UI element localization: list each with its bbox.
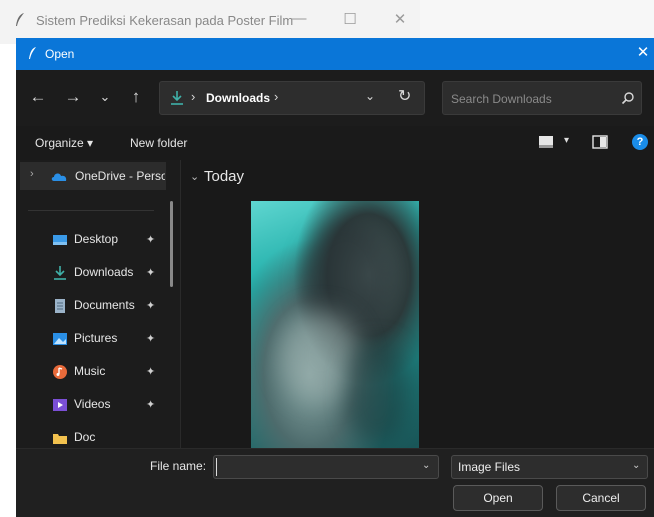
background-window-title: Sistem Prediksi Kekerasan pada Poster Fi… bbox=[36, 13, 294, 28]
image-file-thumbnail[interactable] bbox=[251, 201, 419, 448]
chevron-down-icon[interactable]: ⌄ bbox=[632, 460, 640, 471]
folder-icon bbox=[53, 434, 67, 444]
background-minimize-button[interactable]: — bbox=[284, 10, 314, 27]
view-layout-icon[interactable] bbox=[538, 135, 554, 149]
thumbnail-shape bbox=[346, 341, 406, 441]
forward-button[interactable]: → bbox=[61, 87, 85, 107]
sidebar-item-label: Desktop bbox=[74, 232, 119, 246]
search-icon[interactable] bbox=[621, 91, 635, 105]
sidebar-divider bbox=[28, 210, 154, 211]
help-icon[interactable]: ? bbox=[632, 134, 648, 150]
search-input[interactable] bbox=[451, 90, 611, 108]
navigation-pane: › OneDrive - Perso Desktop ✦ Downloads ✦… bbox=[16, 160, 180, 448]
desktop-icon bbox=[53, 235, 67, 245]
view-options-dropdown[interactable]: ▾ bbox=[564, 135, 569, 146]
file-list: ⌄ Today bbox=[181, 160, 654, 448]
search-box[interactable] bbox=[442, 81, 642, 115]
pin-icon: ✦ bbox=[146, 366, 156, 378]
open-file-dialog: Open ✕ ← → ⌄ ↑ › Downloads › ⌄ ↻ Search … bbox=[16, 38, 654, 517]
pictures-icon bbox=[53, 333, 67, 345]
sidebar-item-documents[interactable]: Documents ✦ bbox=[48, 293, 164, 319]
back-button[interactable]: ← bbox=[26, 87, 50, 107]
sidebar-item-videos[interactable]: Videos ✦ bbox=[48, 392, 164, 418]
open-button[interactable]: Open bbox=[453, 485, 543, 511]
sidebar-item-label: Pictures bbox=[74, 331, 118, 345]
dialog-footer: File name: ⌄ Image Files ⌄ Open Cancel bbox=[16, 448, 654, 517]
navigation-bar: ← → ⌄ ↑ › Downloads › ⌄ ↻ bbox=[16, 70, 654, 126]
dialog-title: Open bbox=[45, 47, 75, 61]
address-bar[interactable]: › Downloads › ⌄ ↻ bbox=[159, 81, 425, 115]
sidebar-item-label: Music bbox=[74, 364, 106, 378]
sidebar-item-label: OneDrive - Perso bbox=[75, 169, 165, 183]
cancel-button[interactable]: Cancel bbox=[556, 485, 646, 511]
pin-icon: ✦ bbox=[146, 333, 156, 345]
sidebar-item-downloads[interactable]: Downloads ✦ bbox=[48, 260, 164, 286]
pin-icon: ✦ bbox=[146, 267, 156, 279]
dialog-titlebar: Open ✕ bbox=[16, 38, 654, 70]
cloud-icon bbox=[51, 173, 67, 181]
download-icon bbox=[54, 266, 66, 280]
screen: Sistem Prediksi Kekerasan pada Poster Fi… bbox=[0, 0, 654, 517]
address-dropdown-button[interactable]: ⌄ bbox=[365, 89, 375, 103]
videos-icon bbox=[53, 399, 67, 411]
expand-chevron-icon[interactable]: › bbox=[30, 168, 34, 180]
collapse-group-chevron-icon[interactable]: ⌄ bbox=[190, 170, 199, 183]
pin-icon: ✦ bbox=[146, 234, 156, 246]
sidebar-item-pictures[interactable]: Pictures ✦ bbox=[48, 326, 164, 352]
organize-menu[interactable]: Organize ▾ bbox=[35, 136, 93, 150]
recent-locations-button[interactable]: ⌄ bbox=[93, 89, 117, 105]
file-type-value: Image Files bbox=[458, 460, 521, 474]
file-name-label: File name: bbox=[150, 459, 207, 473]
sidebar-item-label: Documents bbox=[74, 298, 135, 312]
documents-icon bbox=[55, 299, 65, 313]
dialog-close-button[interactable]: ✕ bbox=[632, 43, 654, 61]
breadcrumb-separator[interactable]: › bbox=[274, 89, 278, 104]
new-folder-button[interactable]: New folder bbox=[130, 136, 187, 150]
sidebar-item-label: Videos bbox=[74, 397, 111, 411]
breadcrumb-downloads[interactable]: Downloads bbox=[206, 91, 270, 105]
download-icon bbox=[171, 91, 183, 105]
sidebar-item-label: Doc bbox=[74, 430, 96, 444]
music-icon bbox=[53, 365, 67, 379]
group-header-today[interactable]: Today bbox=[204, 168, 244, 185]
background-close-button[interactable]: ✕ bbox=[385, 10, 415, 28]
file-type-select[interactable]: Image Files ⌄ bbox=[451, 455, 648, 479]
sidebar-item-label: Downloads bbox=[74, 265, 134, 279]
sidebar-item-onedrive[interactable]: › OneDrive - Perso bbox=[20, 162, 166, 190]
sidebar-scrollbar[interactable] bbox=[170, 201, 173, 287]
sidebar-item-music[interactable]: Music ✦ bbox=[48, 359, 164, 385]
up-button[interactable]: ↑ bbox=[124, 87, 148, 107]
background-maximize-button[interactable]: ☐ bbox=[335, 10, 365, 28]
preview-pane-icon[interactable] bbox=[592, 135, 608, 149]
pin-icon: ✦ bbox=[146, 300, 156, 312]
chevron-down-icon[interactable]: ⌄ bbox=[422, 460, 430, 471]
sidebar-item-desktop[interactable]: Desktop ✦ bbox=[48, 227, 164, 253]
file-name-combobox[interactable]: ⌄ bbox=[213, 455, 439, 479]
file-name-input[interactable] bbox=[216, 458, 412, 476]
feather-icon bbox=[29, 47, 36, 59]
pin-icon: ✦ bbox=[146, 399, 156, 411]
feather-icon bbox=[16, 13, 24, 26]
breadcrumb-separator[interactable]: › bbox=[191, 89, 195, 104]
command-bar: Organize ▾ New folder ▾ ? bbox=[16, 126, 654, 160]
refresh-button[interactable]: ↻ bbox=[398, 86, 411, 106]
